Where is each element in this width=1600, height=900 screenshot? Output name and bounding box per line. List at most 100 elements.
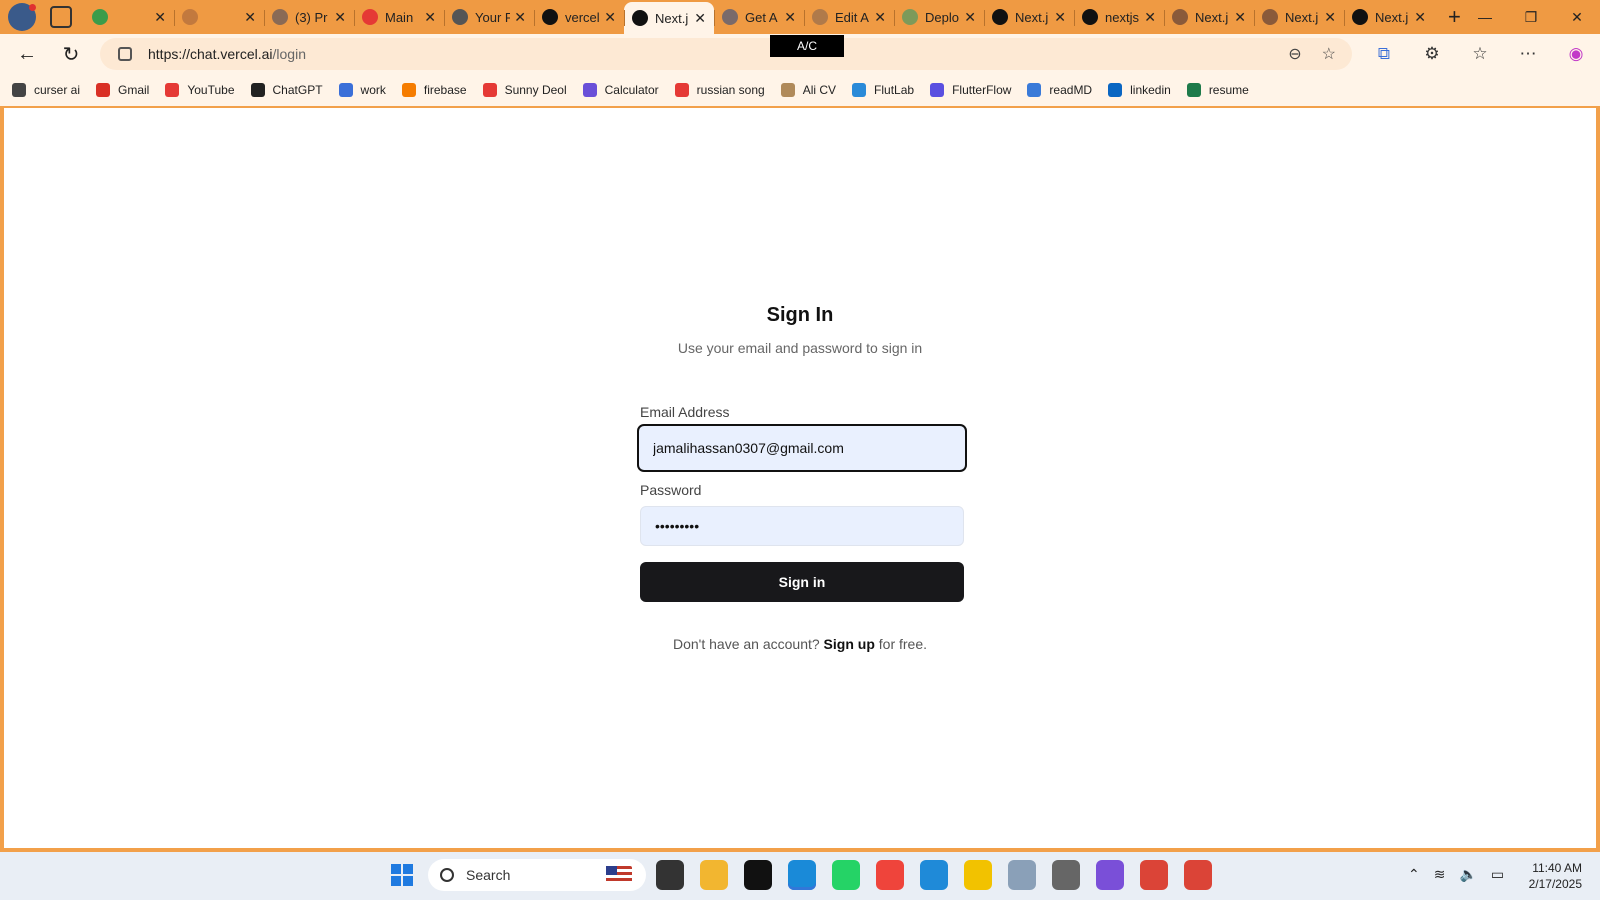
clock-app-icon[interactable]: [1052, 860, 1080, 890]
browser-tab[interactable]: Main ✕: [354, 2, 444, 32]
close-tab-icon[interactable]: ✕: [1054, 9, 1066, 26]
back-button[interactable]: ←: [10, 37, 44, 71]
bookmark-item[interactable]: russian song: [674, 83, 765, 97]
bookmark-item[interactable]: FlutterFlow: [930, 83, 1011, 97]
close-window-icon[interactable]: ✕: [1554, 0, 1600, 34]
bookmark-item[interactable]: work: [338, 83, 386, 97]
lock-icon[interactable]: [118, 47, 132, 61]
browser-tab[interactable]: (3) Pr ✕: [264, 2, 354, 32]
terminal-icon[interactable]: [656, 860, 684, 890]
close-tab-icon[interactable]: ✕: [1144, 9, 1156, 26]
browser-tab[interactable]: Next.j ✕: [624, 2, 714, 34]
resume-icon: [1186, 83, 1201, 97]
bookmark-item[interactable]: ChatGPT: [250, 83, 323, 97]
taskbar-search[interactable]: Search: [428, 859, 646, 891]
copilot-icon[interactable]: ◉: [1562, 38, 1590, 70]
close-tab-icon[interactable]: ✕: [154, 9, 166, 26]
bookmark-item[interactable]: Ali CV: [780, 83, 836, 97]
more-menu-icon[interactable]: ⋯: [1514, 38, 1542, 70]
battery-icon[interactable]: ▭: [1491, 866, 1504, 883]
close-tab-icon[interactable]: ✕: [604, 9, 616, 26]
bookmark-item[interactable]: readMD: [1027, 83, 1092, 97]
vscode-icon[interactable]: [920, 860, 948, 890]
close-tab-icon[interactable]: ✕: [334, 9, 346, 26]
capcut-icon[interactable]: [744, 860, 772, 890]
sign-up-link[interactable]: Sign up: [824, 636, 875, 652]
bookmarks-bar: curser ai Gmail YouTube ChatGPT work firebase…: [0, 74, 1600, 106]
visual-studio-icon[interactable]: [1096, 860, 1124, 890]
close-tab-icon[interactable]: ✕: [874, 9, 886, 26]
monitor-icon[interactable]: [1008, 860, 1036, 890]
wifi-icon[interactable]: ≋: [1434, 866, 1446, 883]
chrome-dev-icon[interactable]: [1140, 860, 1168, 890]
profile-avatar-icon[interactable]: [8, 3, 36, 31]
email-field[interactable]: [637, 424, 967, 472]
browser-tab[interactable]: Deplo ✕: [894, 2, 984, 32]
bookmark-item[interactable]: YouTube: [165, 83, 235, 97]
close-tab-icon[interactable]: ✕: [424, 9, 436, 26]
edge-icon[interactable]: [788, 860, 816, 890]
bookmark-label: FlutterFlow: [952, 83, 1012, 97]
browser-tab[interactable]: Get A ✕: [714, 2, 804, 32]
whatsapp-icon[interactable]: [832, 860, 860, 890]
browser-tab[interactable]: Edit A ✕: [804, 2, 894, 32]
bookmark-item[interactable]: resume: [1186, 83, 1249, 97]
clock[interactable]: 11:40 AM 2/17/2025: [1529, 860, 1582, 892]
url-text[interactable]: https://chat.vercel.ai/login: [148, 46, 306, 62]
browser-tab[interactable]: ✕: [174, 2, 264, 32]
bookmark-item[interactable]: Calculator: [582, 83, 659, 97]
bookmark-item[interactable]: Sunny Deol: [482, 83, 567, 97]
close-tab-icon[interactable]: ✕: [1414, 9, 1426, 26]
browser-tab[interactable]: Next.j ✕: [1254, 2, 1344, 32]
address-bar[interactable]: https://chat.vercel.ai/login ⊖ ☆: [100, 38, 1352, 70]
favorites-icon[interactable]: ☆: [1466, 38, 1494, 70]
bookmark-item[interactable]: FlutLab: [852, 83, 914, 97]
browser-tab[interactable]: Next.j ✕: [1164, 2, 1254, 32]
close-tab-icon[interactable]: ✕: [694, 10, 706, 27]
close-tab-icon[interactable]: ✕: [1234, 9, 1246, 26]
bookmark-item[interactable]: linkedin: [1108, 83, 1171, 97]
bookmark-label: resume: [1208, 83, 1249, 97]
address-bar-actions: ⊖ ☆: [1288, 44, 1336, 64]
browser-tab[interactable]: nextjs ✕: [1074, 2, 1164, 32]
close-tab-icon[interactable]: ✕: [244, 9, 256, 26]
tab-title: Get A: [745, 9, 778, 25]
new-tab-button[interactable]: +: [1448, 4, 1461, 30]
bookmark-item[interactable]: Gmail: [96, 83, 149, 97]
translate-icon[interactable]: ⧉: [1370, 38, 1398, 70]
password-field[interactable]: [640, 506, 964, 546]
reading-mode-icon[interactable]: ⊖: [1288, 44, 1301, 64]
tab-actions-icon[interactable]: [50, 6, 72, 28]
browser-tab[interactable]: ✕: [84, 2, 174, 32]
tray-expand-icon[interactable]: ⌃: [1408, 866, 1420, 883]
bookmark-item[interactable]: curser ai: [12, 83, 80, 97]
signup-prompt: Don't have an account? Sign up for free.: [4, 636, 1596, 652]
scribble-icon: [812, 9, 828, 25]
browser-tab[interactable]: vercel ✕: [534, 2, 624, 32]
close-tab-icon[interactable]: ✕: [1324, 9, 1336, 26]
readmd-icon: [1027, 83, 1042, 97]
bookmark-label: ChatGPT: [272, 83, 323, 97]
restore-icon[interactable]: ❐: [1508, 0, 1554, 34]
windows-start-icon[interactable]: [391, 864, 413, 886]
close-tab-icon[interactable]: ✕: [784, 9, 796, 26]
browser-tab[interactable]: Next.j ✕: [1344, 2, 1434, 32]
chrome-icon[interactable]: [1184, 860, 1212, 890]
anydesk-icon[interactable]: [876, 860, 904, 890]
file-explorer-icon[interactable]: [700, 860, 728, 890]
tab-title: Deplo: [925, 9, 959, 25]
favorite-star-icon[interactable]: ☆: [1322, 44, 1336, 64]
bookmark-item[interactable]: firebase: [401, 83, 467, 97]
close-tab-icon[interactable]: ✕: [964, 9, 976, 26]
close-tab-icon[interactable]: ✕: [514, 9, 526, 26]
taskbar-search-placeholder: Search: [466, 867, 511, 883]
postman-icon[interactable]: [964, 860, 992, 890]
refresh-button[interactable]: ↻: [54, 37, 88, 71]
minimize-icon[interactable]: —: [1462, 0, 1508, 34]
browser-tab[interactable]: Your F ✕: [444, 2, 534, 32]
volume-icon[interactable]: 🔈: [1459, 866, 1476, 883]
extensions-icon[interactable]: ⚙: [1418, 38, 1446, 70]
browser-tab[interactable]: Next.j ✕: [984, 2, 1074, 32]
vercel-icon: [1082, 9, 1098, 25]
sign-in-button[interactable]: Sign in: [640, 562, 964, 602]
